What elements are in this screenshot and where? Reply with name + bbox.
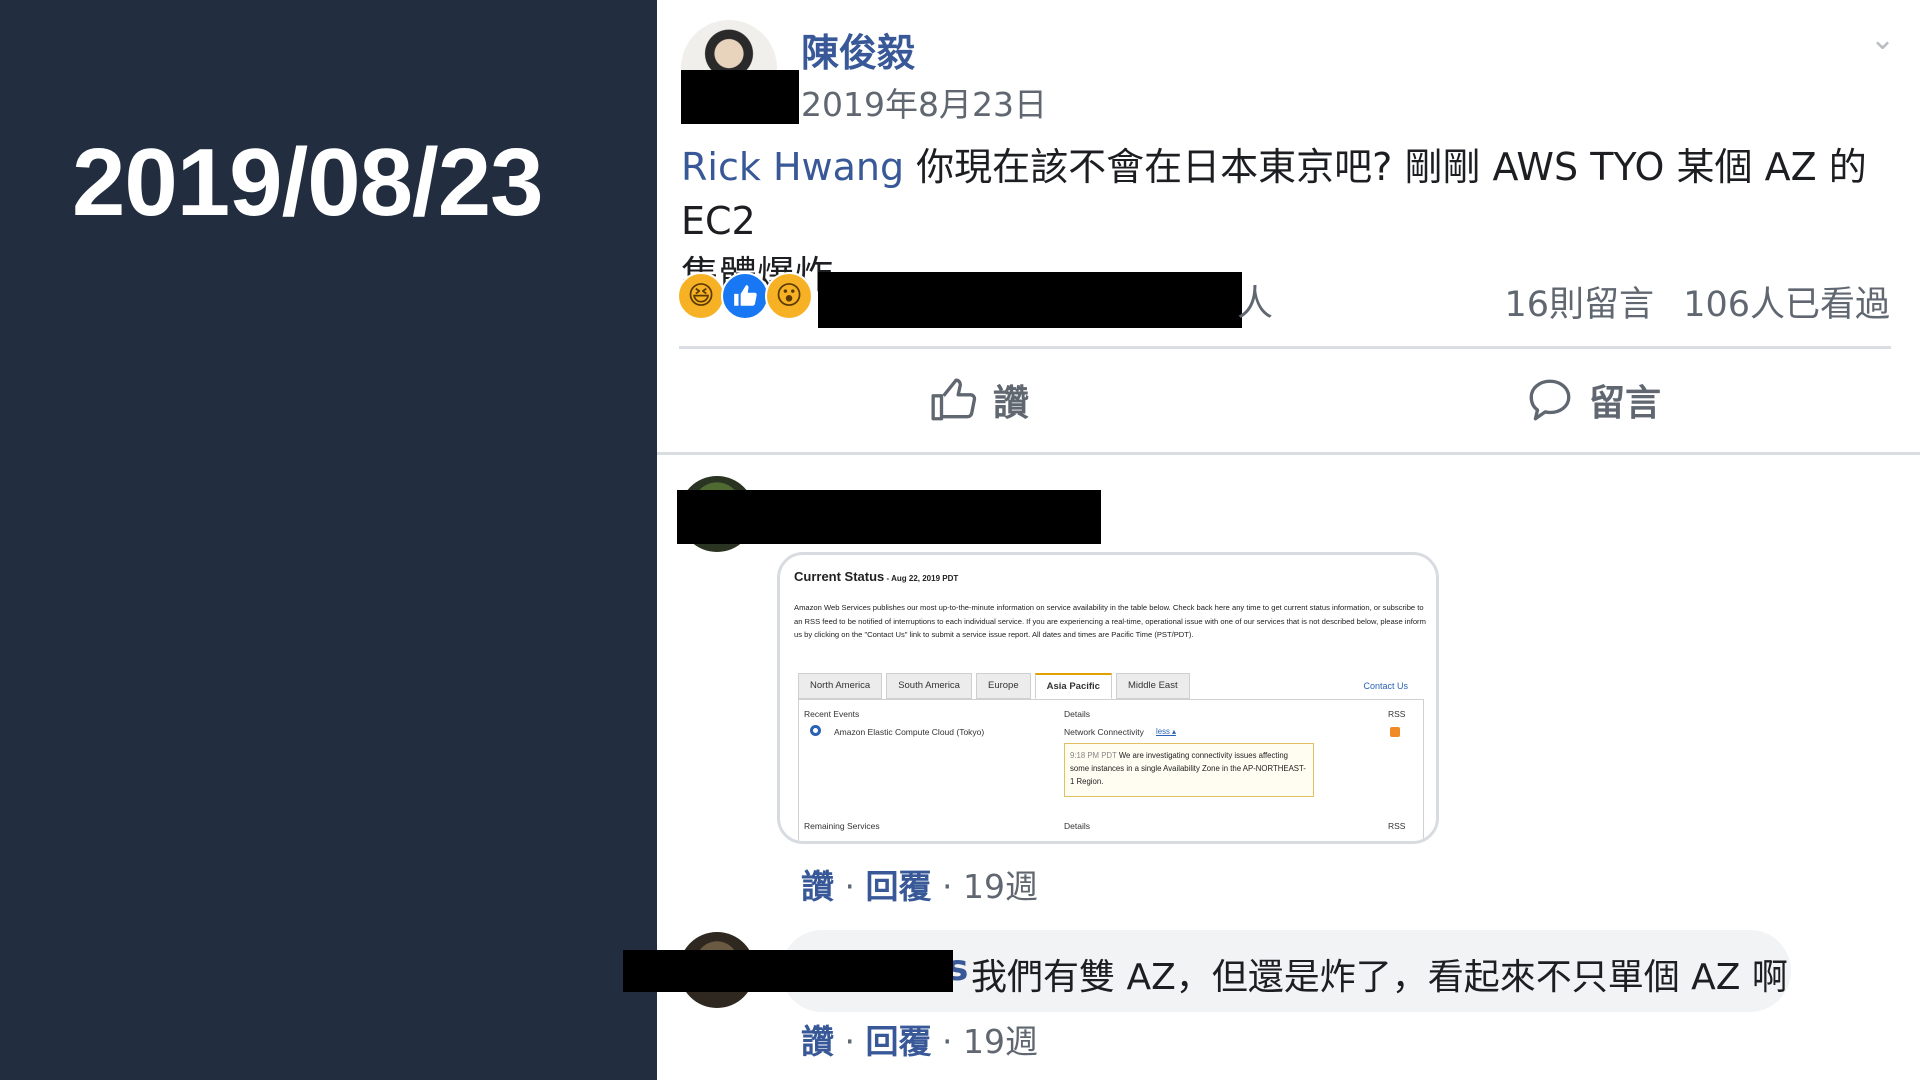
comment-button[interactable]: 留言 xyxy=(1525,374,1661,426)
tab-europe: Europe xyxy=(975,673,1031,699)
comment-bubble-icon xyxy=(1529,379,1571,421)
thumbs-up-icon xyxy=(931,378,977,421)
comment-like-link[interactable]: 讚 xyxy=(801,867,834,906)
comment-reply-link[interactable]: 回覆 xyxy=(865,1022,931,1061)
status-title-text: Current Status xyxy=(794,569,885,584)
event-less-link: less ▴ xyxy=(1156,727,1176,736)
tab-middle-east: Middle East xyxy=(1115,673,1190,699)
reactions-summary[interactable]: 😆 😮 xyxy=(677,272,813,322)
mention-link[interactable]: Rick Hwang xyxy=(681,145,904,189)
status-description: Amazon Web Services publishes our most u… xyxy=(794,603,1426,639)
comment-time[interactable]: 19週 xyxy=(963,1022,1038,1061)
meta-sep: · xyxy=(834,1022,866,1061)
comments-count[interactable]: 16則留言 xyxy=(1505,285,1655,325)
region-tabs: North America South America Europe Asia … xyxy=(798,673,1194,699)
status-title-date: - Aug 22, 2019 PDT xyxy=(884,574,959,583)
remaining-details: Details xyxy=(1064,821,1090,831)
remaining-rss: RSS xyxy=(1388,821,1406,831)
wow-reaction-icon: 😮 xyxy=(765,272,813,320)
haha-reaction-icon: 😆 xyxy=(677,272,725,320)
slide-date-title: 2019/08/23 xyxy=(72,129,543,236)
post-counts: 16則留言 106人已看過 xyxy=(1505,276,1891,327)
meta-sep: · xyxy=(931,867,963,906)
redaction-bar xyxy=(681,70,799,124)
comment-label: 留言 xyxy=(1589,383,1662,424)
status-title: Current Status - Aug 22, 2019 PDT xyxy=(794,569,958,584)
attached-screenshot[interactable]: Current Status - Aug 22, 2019 PDT Amazon… xyxy=(777,552,1439,844)
divider xyxy=(679,346,1891,349)
remaining-services: Remaining Services xyxy=(804,821,880,831)
comment-time[interactable]: 19週 xyxy=(963,867,1038,906)
like-button[interactable]: 讚 xyxy=(929,374,1029,426)
facebook-post: 陳俊毅 2019年8月23日 ⌄ Rick Hwang 你現在該不會在日本東京吧… xyxy=(623,0,1920,1080)
redaction-bar xyxy=(818,272,1242,328)
author-name[interactable]: 陳俊毅 xyxy=(801,22,915,77)
meta-sep: · xyxy=(834,867,866,906)
post-date[interactable]: 2019年8月23日 xyxy=(801,78,1047,126)
chevron-down-icon[interactable]: ⌄ xyxy=(1870,22,1895,57)
comment-reply-link[interactable]: 回覆 xyxy=(865,867,931,906)
like-label: 讚 xyxy=(993,383,1030,424)
tab-north-america: North America xyxy=(798,673,883,699)
event-note: 9:18 PM PDT We are investigating connect… xyxy=(1064,743,1314,797)
comment-like-link[interactable]: 讚 xyxy=(801,1022,834,1061)
tab-south-america: South America xyxy=(886,673,972,699)
note-time: 9:18 PM PDT xyxy=(1070,751,1117,760)
comment-meta: 讚 · 回覆 · 19週 xyxy=(801,1015,1038,1063)
comment-text: 我們有雙 AZ，但還是炸了，看起來不只單個 AZ 啊 xyxy=(971,957,1788,998)
slide-left-panel: 2019/08/23 xyxy=(0,0,657,1080)
col-recent-events: Recent Events xyxy=(804,709,860,719)
seen-count[interactable]: 106人已看過 xyxy=(1683,285,1890,325)
status-info-icon xyxy=(810,725,821,736)
like-reaction-icon xyxy=(721,272,769,320)
event-service: Amazon Elastic Compute Cloud (Tokyo) xyxy=(834,727,985,737)
comment-meta: 讚 · 回覆 · 19週 xyxy=(801,860,1038,908)
redaction-bar xyxy=(623,950,953,992)
reactions-tail-text: 人 xyxy=(1237,283,1274,324)
contact-us-link: Contact Us xyxy=(1363,681,1408,691)
divider xyxy=(657,452,1920,455)
event-details: Network Connectivity xyxy=(1064,727,1144,737)
col-details: Details xyxy=(1064,709,1090,719)
col-rss: RSS xyxy=(1388,709,1406,719)
rss-icon xyxy=(1390,727,1400,737)
redaction-bar xyxy=(677,490,1101,544)
tab-asia-pacific: Asia Pacific xyxy=(1034,673,1112,699)
meta-sep: · xyxy=(931,1022,963,1061)
